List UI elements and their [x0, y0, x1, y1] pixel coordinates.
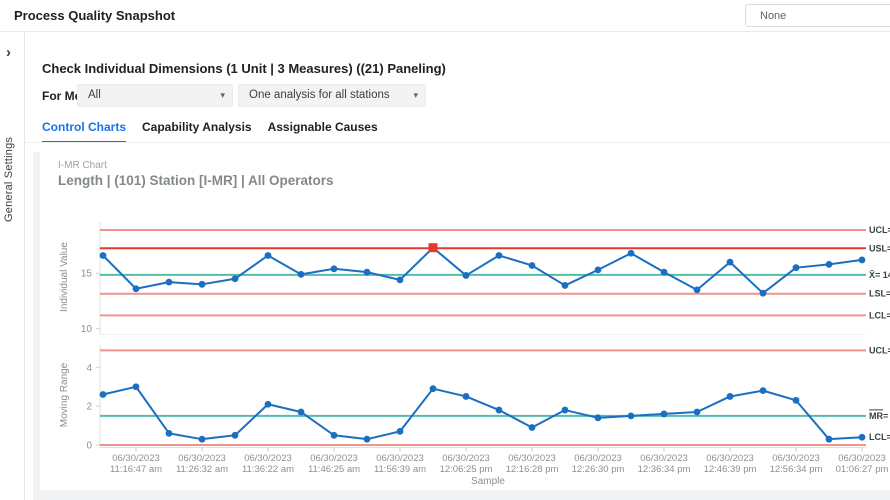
data-point[interactable]: [694, 286, 701, 293]
data-point[interactable]: [694, 409, 701, 416]
data-point[interactable]: [100, 252, 107, 259]
chart-text: 06/30/2023: [442, 453, 490, 464]
y-axis-label: Moving Range: [59, 362, 70, 427]
data-point[interactable]: [793, 264, 800, 271]
chart-text: 2: [86, 402, 92, 413]
chart-text: USL=: [869, 243, 890, 253]
data-point[interactable]: [232, 275, 239, 282]
data-point[interactable]: [463, 272, 470, 279]
app-window: Process Quality Snapshot None › General …: [0, 0, 890, 500]
data-point[interactable]: [100, 391, 107, 398]
moving-range-chart: 024UCL=MR= 1LCL=Moving Range06/30/202311…: [59, 345, 890, 487]
y-axis-label: Individual Value: [59, 242, 70, 312]
chart-text: 06/30/2023: [310, 453, 358, 464]
chart-text: 06/30/2023: [706, 453, 754, 464]
chart-text: LCL=: [869, 310, 890, 320]
data-point[interactable]: [826, 436, 833, 443]
data-point[interactable]: [397, 276, 404, 283]
chart-text: 12:26:30 pm: [572, 464, 625, 475]
data-point[interactable]: [529, 262, 536, 269]
chart-text: 12:36:34 pm: [638, 464, 691, 475]
chart-text: 01:06:27 pm: [836, 464, 889, 475]
chart-text: X̄= 14: [869, 270, 890, 280]
chart-text: 12:56:34 pm: [770, 464, 823, 475]
data-point[interactable]: [859, 434, 866, 441]
data-point[interactable]: [199, 436, 206, 443]
chart-text: 11:36:22 am: [242, 464, 294, 475]
chart-text: 06/30/2023: [640, 453, 688, 464]
chart-text: MR= 1: [869, 411, 890, 421]
data-point[interactable]: [496, 407, 503, 414]
data-point[interactable]: [133, 383, 140, 390]
data-point[interactable]: [727, 259, 734, 266]
chart-text: 12:16:28 pm: [506, 464, 559, 475]
alert-data-point[interactable]: [429, 243, 438, 252]
data-point[interactable]: [166, 430, 173, 437]
chart-text: 06/30/2023: [112, 453, 160, 464]
data-point[interactable]: [331, 265, 338, 272]
chart-text: 06/30/2023: [376, 453, 424, 464]
data-point[interactable]: [496, 252, 503, 259]
data-point[interactable]: [595, 414, 602, 421]
chart-text: UCL=: [869, 345, 890, 355]
data-point[interactable]: [364, 269, 371, 276]
individual-chart: 10 15 UCL= USL= X̄= 14 LSL= LCL= Individual Val…: [59, 222, 890, 335]
chart-text: 12:46:39 pm: [704, 464, 757, 475]
chart-text: 06/30/2023: [178, 453, 226, 464]
data-point[interactable]: [331, 432, 338, 439]
data-point[interactable]: [298, 409, 305, 416]
data-point[interactable]: [265, 252, 272, 259]
chart-text: 06/30/2023: [574, 453, 622, 464]
data-point[interactable]: [793, 397, 800, 404]
chart-text: UCL=: [869, 225, 890, 235]
chart-text: 11:46:25 am: [308, 464, 360, 475]
data-point[interactable]: [232, 432, 239, 439]
data-point[interactable]: [859, 257, 866, 264]
data-point[interactable]: [562, 407, 569, 414]
chart-text: 06/30/2023: [772, 453, 820, 464]
data-point[interactable]: [463, 393, 470, 400]
data-point[interactable]: [628, 412, 635, 419]
chart-text: 4: [86, 363, 92, 374]
data-point[interactable]: [364, 436, 371, 443]
data-point[interactable]: [265, 401, 272, 408]
data-point[interactable]: [826, 261, 833, 268]
imr-charts: 10 15 UCL= USL= X̄= 14 LSL= LCL= Individual Val…: [0, 0, 890, 500]
chart-text: 06/30/2023: [244, 453, 292, 464]
data-point[interactable]: [133, 285, 140, 292]
data-point[interactable]: [199, 281, 206, 288]
data-point[interactable]: [529, 424, 536, 431]
chart-text: 06/30/2023: [838, 453, 886, 464]
data-point[interactable]: [298, 271, 305, 278]
data-point[interactable]: [727, 393, 734, 400]
data-point[interactable]: [166, 279, 173, 286]
data-point[interactable]: [595, 267, 602, 274]
chart-text: 15: [81, 269, 93, 280]
data-point[interactable]: [760, 387, 767, 394]
data-point[interactable]: [661, 411, 668, 418]
chart-text: 10: [81, 324, 93, 335]
series-line: [103, 248, 862, 293]
chart-text: 06/30/2023: [508, 453, 556, 464]
series-line: [103, 387, 862, 439]
data-point[interactable]: [760, 290, 767, 297]
chart-text: 11:56:39 am: [374, 464, 426, 475]
chart-text: LCL=: [869, 432, 890, 442]
chart-text: LSL=: [869, 289, 890, 299]
data-point[interactable]: [397, 428, 404, 435]
data-point[interactable]: [430, 385, 437, 392]
data-point[interactable]: [628, 250, 635, 257]
data-point[interactable]: [562, 282, 569, 289]
chart-text: 0: [86, 441, 92, 452]
data-point[interactable]: [661, 269, 668, 276]
chart-text: Sample: [471, 476, 505, 487]
chart-text: 11:16:47 am: [110, 464, 162, 475]
chart-text: 12:06:25 pm: [440, 464, 493, 475]
chart-text: 11:26:32 am: [176, 464, 228, 475]
